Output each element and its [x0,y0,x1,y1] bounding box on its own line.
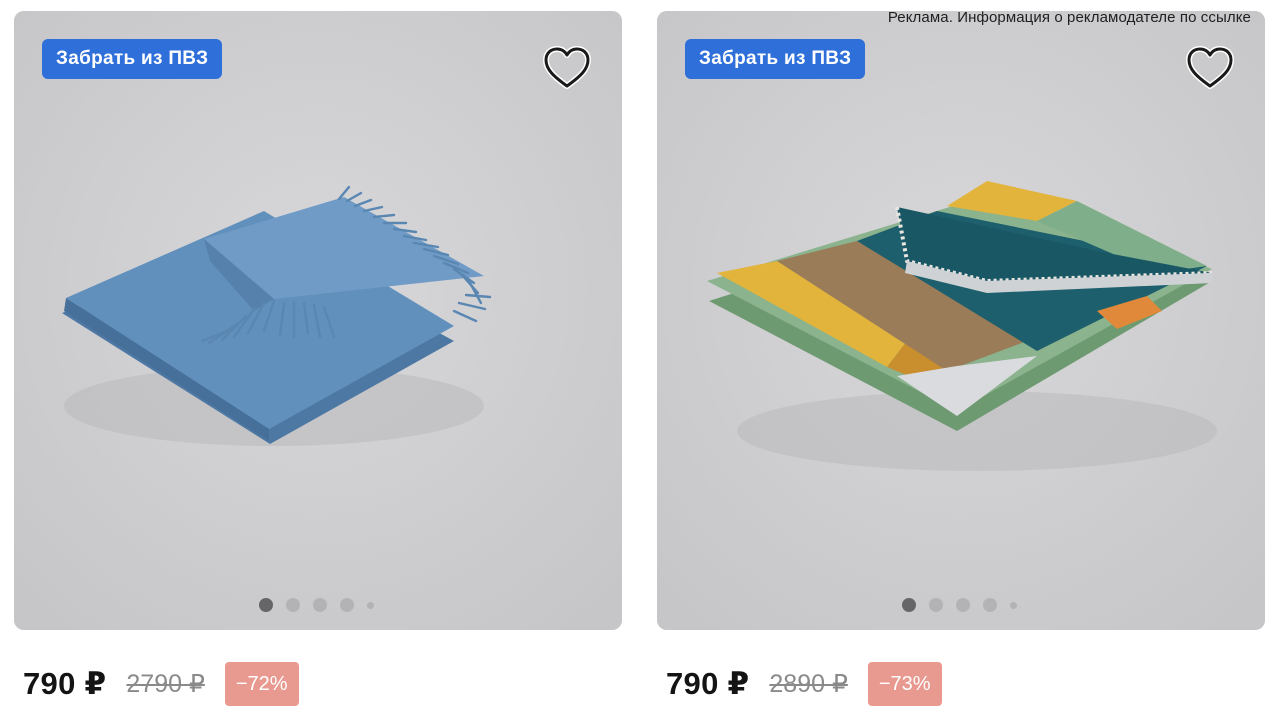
gallery-dot[interactable] [340,598,354,612]
discount-badge: −73% [867,662,942,706]
gallery-dot-more[interactable] [1010,601,1017,609]
old-price: 2790 ₽ [126,670,205,698]
gallery-dot[interactable] [286,598,300,612]
current-price: 790 ₽ [23,666,107,701]
gallery-dot[interactable] [956,598,970,612]
product-card-2[interactable]: Забрать из ПВЗ 790 ₽ 2890 ₽ −73% [657,11,1265,711]
gallery-dot[interactable] [313,598,327,612]
heart-icon[interactable] [542,45,592,91]
pickup-badge: Забрать из ПВЗ [42,39,223,79]
price-row: 790 ₽ 2890 ₽ −73% [666,662,942,706]
gallery-dot[interactable] [929,598,943,612]
product-card-1[interactable]: Забрать из ПВЗ 790 ₽ 2790 ₽ −72% [14,11,622,711]
gallery-dot[interactable] [983,598,997,612]
gallery-dot-active[interactable] [259,598,273,612]
discount-badge: −72% [224,662,299,706]
gallery-dot-active[interactable] [902,598,916,612]
gallery-pagination [902,597,1017,613]
product-image-area[interactable]: Забрать из ПВЗ [657,11,1265,630]
price-row: 790 ₽ 2790 ₽ −72% [23,662,299,706]
gallery-dot-more[interactable] [367,601,374,609]
gallery-pagination [259,597,374,613]
product-image-multicolor-blanket [657,11,1265,630]
heart-icon[interactable] [1185,45,1235,91]
product-image-blue-blanket [14,11,622,630]
ad-notice[interactable]: Реклама. Информация о рекламодателе по с… [888,9,1251,26]
product-image-area[interactable]: Забрать из ПВЗ [14,11,622,630]
pickup-badge: Забрать из ПВЗ [685,39,866,79]
current-price: 790 ₽ [666,666,750,701]
old-price: 2890 ₽ [769,670,848,698]
